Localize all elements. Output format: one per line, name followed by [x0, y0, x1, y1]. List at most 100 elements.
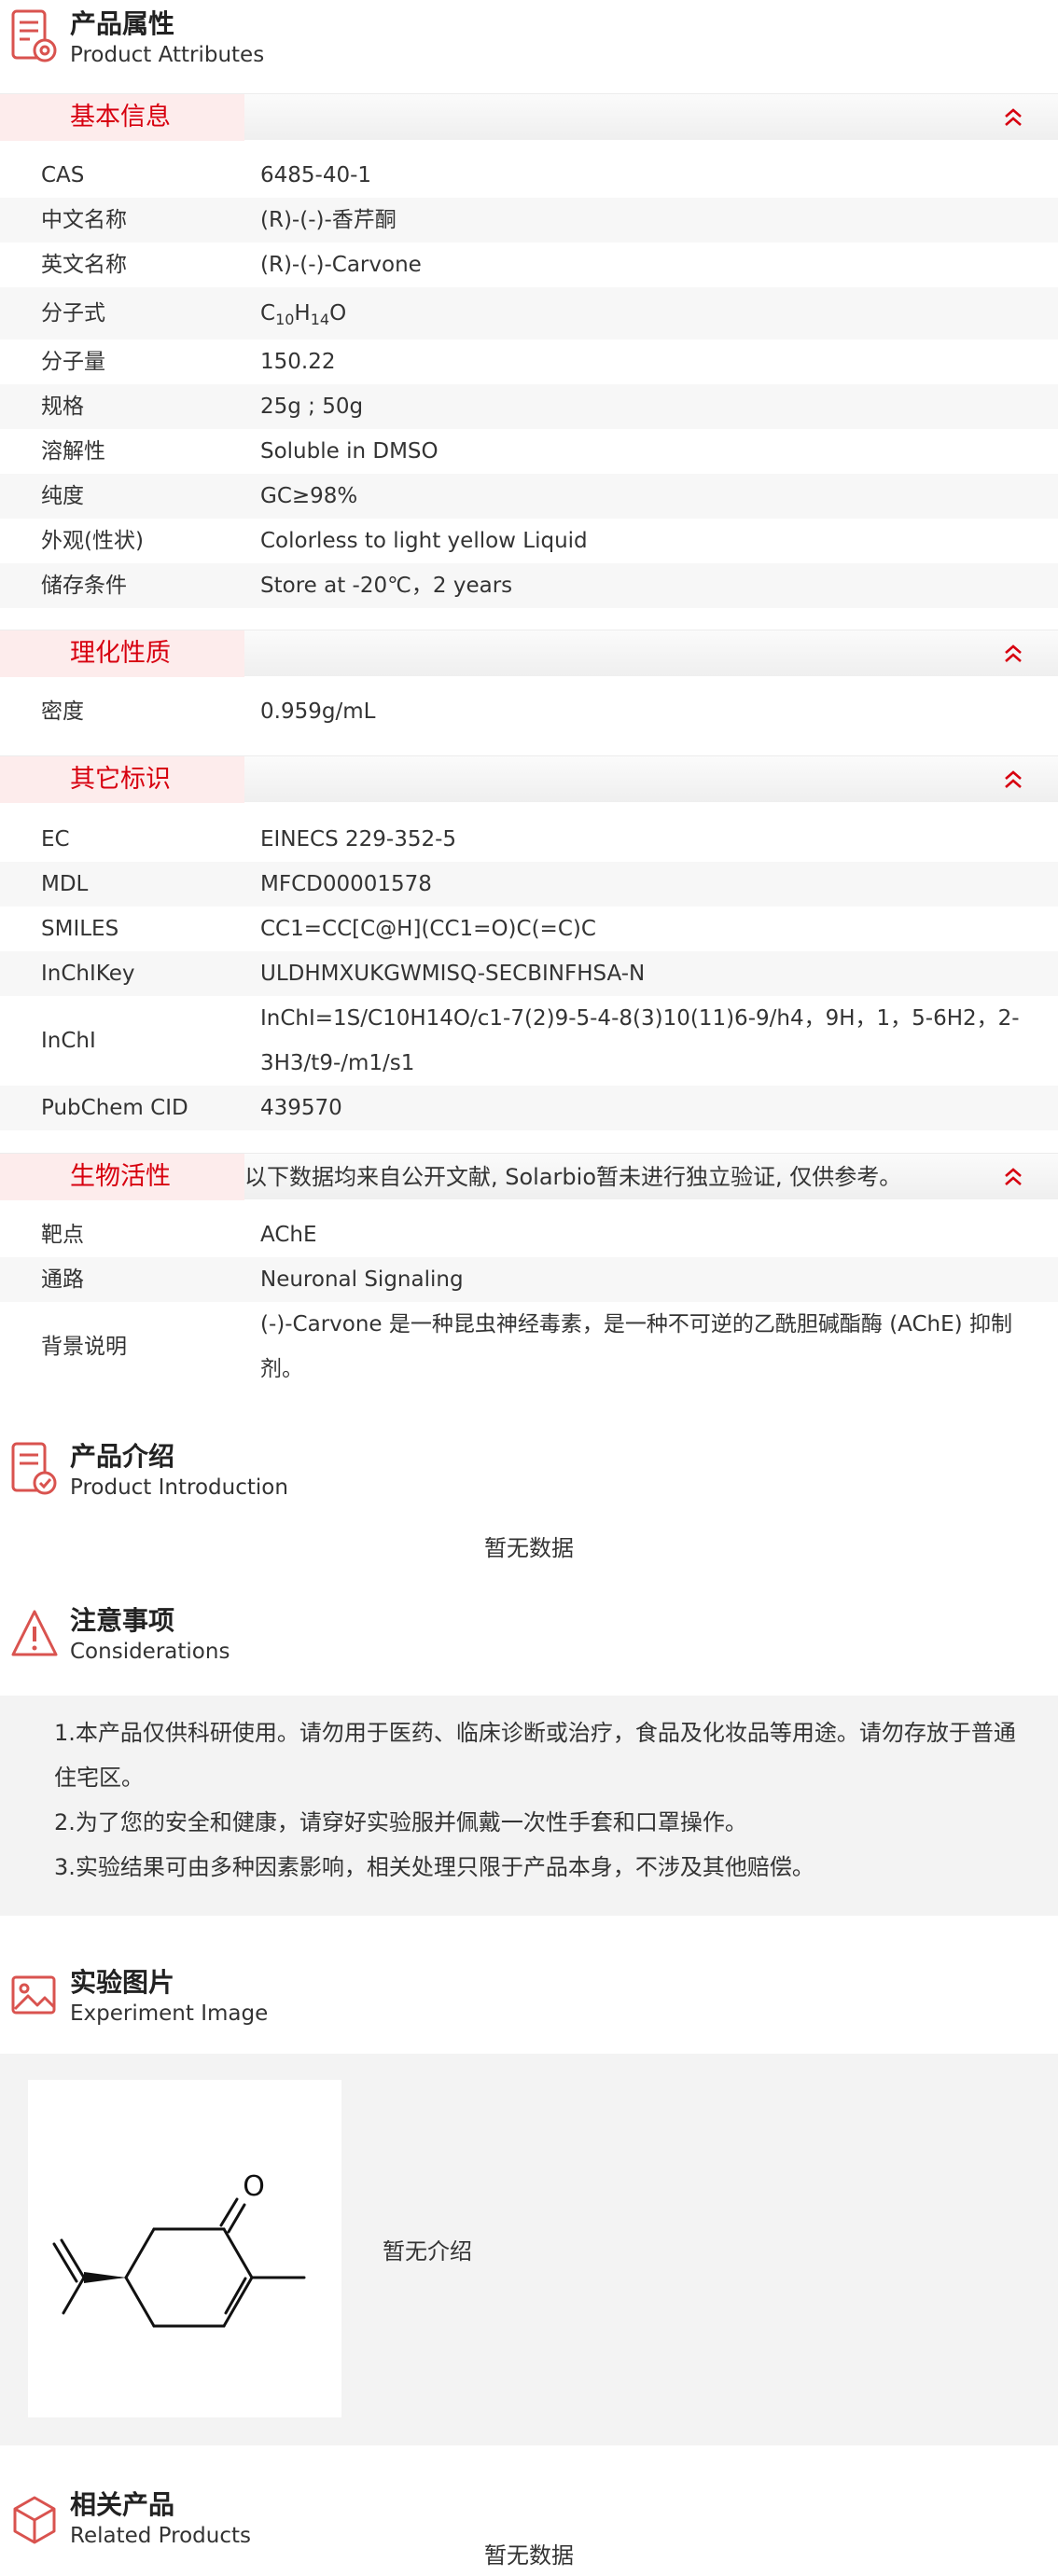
- double-chevron-up-icon[interactable]: [1002, 106, 1024, 129]
- table-row: 纯度 GC≥98%: [0, 474, 1058, 519]
- row-value: 6485-40-1: [260, 163, 372, 187]
- row-value: (-)-Carvone 是一种昆虫神经毒素，是一种不可逆的乙酰胆碱酯酶 (ACh…: [260, 1312, 1012, 1381]
- table-row: InChIKey ULDHMXUKGWMISQ-SECBINFHSA-N: [0, 951, 1058, 996]
- row-label: 中文名称: [41, 208, 127, 232]
- section-title: 实验图片: [70, 1967, 175, 1998]
- row-value: Soluble in DMSO: [260, 439, 439, 464]
- row-label: PubChem CID: [41, 1096, 188, 1120]
- row-value: Neuronal Signaling: [260, 1267, 464, 1292]
- section-subtitle: Experiment Image: [70, 2001, 269, 2026]
- row-label: MDL: [41, 872, 89, 896]
- document-gear-icon: [11, 9, 57, 62]
- table-row: 靶点 AChE: [0, 1212, 1058, 1257]
- row-value: Store at -20℃，2 years: [260, 574, 513, 598]
- document-check-icon: [11, 1442, 57, 1495]
- row-label: 外观(性状): [41, 529, 144, 553]
- double-chevron-up-icon[interactable]: [1002, 769, 1024, 791]
- table-row: SMILES CC1=CC[C@H](CC1=O)C(=C)C: [0, 907, 1058, 951]
- row-label: SMILES: [41, 917, 119, 941]
- row-value: GC≥98%: [260, 484, 358, 508]
- table-row: InChI InChI=1S/C10H14O/c1-7(2)9-5-4-8(3)…: [0, 996, 1058, 1086]
- structure-image[interactable]: O: [28, 2080, 341, 2417]
- product-introduction-header: 产品介绍 Product Introduction: [0, 1433, 1058, 1517]
- carvone-structure: O: [52, 2170, 306, 2328]
- section-subtitle: Product Introduction: [70, 1475, 288, 1500]
- row-label: 密度: [41, 699, 84, 724]
- row-label: 通路: [41, 1267, 84, 1292]
- empty-state: 暂无数据: [484, 2542, 574, 2569]
- warning-triangle-icon: [11, 1610, 58, 1656]
- molecular-formula: C10H14O: [260, 301, 347, 328]
- row-label: EC: [41, 827, 70, 852]
- other-ids-band[interactable]: 其它标识: [0, 755, 1058, 803]
- row-value: CC1=CC[C@H](CC1=O)C(=C)C: [260, 917, 596, 941]
- table-row: 规格 25g ; 50g: [0, 384, 1058, 429]
- table-row: 溶解性 Soluble in DMSO: [0, 429, 1058, 474]
- consideration-item: 2.为了您的安全和健康，请穿好实验服并佩戴一次性手套和口罩操作。: [54, 1809, 747, 1835]
- band-title: 其它标识: [70, 765, 171, 794]
- table-row: EC EINECS 229-352-5: [0, 817, 1058, 862]
- empty-state: 暂无数据: [484, 1535, 574, 1561]
- section-title: 产品属性: [70, 8, 175, 39]
- row-value: MFCD00001578: [260, 872, 432, 896]
- row-value: ULDHMXUKGWMISQ-SECBINFHSA-N: [260, 962, 646, 986]
- row-value: (R)-(-)-Carvone: [260, 253, 422, 277]
- consideration-item: 1.本产品仅供科研使用。请勿用于医药、临床诊断或治疗，食品及化妆品等用途。请勿存…: [54, 1720, 1016, 1791]
- physchem-band[interactable]: 理化性质: [0, 630, 1058, 677]
- row-value: 150.22: [260, 350, 336, 374]
- table-row: 通路 Neuronal Signaling: [0, 1257, 1058, 1302]
- basic-info-band[interactable]: 基本信息: [0, 93, 1058, 141]
- section-title: 注意事项: [70, 1605, 175, 1636]
- table-row: 分子量 150.22: [0, 339, 1058, 384]
- row-label: 储存条件: [41, 574, 127, 598]
- row-value: (R)-(-)-香芹酮: [260, 208, 397, 232]
- row-label: InChI: [41, 1029, 96, 1053]
- row-label: 分子量: [41, 350, 105, 374]
- product-attributes-header: 产品属性 Product Attributes: [0, 0, 1058, 84]
- table-row: PubChem CID 439570: [0, 1086, 1058, 1130]
- table-row: MDL MFCD00001578: [0, 862, 1058, 907]
- oxygen-atom-label: O: [243, 2170, 265, 2203]
- row-value: 439570: [260, 1096, 342, 1120]
- row-label: 背景说明: [41, 1335, 127, 1359]
- table-row: 中文名称 (R)-(-)-香芹酮: [0, 198, 1058, 242]
- considerations-panel: 1.本产品仅供科研使用。请勿用于医药、临床诊断或治疗，食品及化妆品等用途。请勿存…: [0, 1696, 1058, 1916]
- section-subtitle: Considerations: [70, 1640, 230, 1664]
- double-chevron-up-icon[interactable]: [1002, 643, 1024, 665]
- experiment-image-header: 实验图片 Experiment Image: [0, 1959, 1058, 2043]
- row-label: 规格: [41, 395, 84, 419]
- band-title: 基本信息: [70, 103, 171, 132]
- row-label: 英文名称: [41, 253, 127, 277]
- section-subtitle: Product Attributes: [70, 43, 265, 67]
- consideration-item: 3.实验结果可由多种因素影响，相关处理只限于产品本身，不涉及其他赔偿。: [54, 1854, 814, 1880]
- row-label: CAS: [41, 163, 85, 187]
- band-disclaimer: 以下数据均来自公开文献, Solarbio暂未进行独立验证, 仅供参考。: [244, 1164, 902, 1190]
- row-value: InChI=1S/C10H14O/c1-7(2)9-5-4-8(3)10(11)…: [260, 1006, 1020, 1075]
- image-caption: 暂无介绍: [383, 2238, 472, 2264]
- row-label: 靶点: [41, 1223, 84, 1247]
- row-label: 分子式: [41, 301, 105, 325]
- row-value: AChE: [260, 1223, 317, 1247]
- bio-activity-band[interactable]: 生物活性 以下数据均来自公开文献, Solarbio暂未进行独立验证, 仅供参考…: [0, 1153, 1058, 1200]
- table-row: CAS 6485-40-1: [0, 153, 1058, 198]
- section-title: 相关产品: [70, 2489, 175, 2520]
- row-label: 溶解性: [41, 439, 105, 464]
- image-icon: [11, 1975, 56, 2015]
- row-label: 纯度: [41, 484, 84, 508]
- row-value: Colorless to light yellow Liquid: [260, 529, 588, 553]
- row-label: InChIKey: [41, 962, 135, 986]
- band-title: 理化性质: [70, 639, 171, 668]
- band-title: 生物活性: [70, 1162, 171, 1191]
- double-chevron-up-icon[interactable]: [1002, 1166, 1024, 1188]
- table-row: 外观(性状) Colorless to light yellow Liquid: [0, 519, 1058, 563]
- table-row: 英文名称 (R)-(-)-Carvone: [0, 242, 1058, 287]
- row-value: 25g ; 50g: [260, 395, 364, 419]
- table-row: 储存条件 Store at -20℃，2 years: [0, 563, 1058, 608]
- table-row: 密度 0.959g/mL: [0, 689, 1058, 734]
- considerations-header: 注意事项 Considerations: [0, 1597, 1058, 1681]
- row-value: EINECS 229-352-5: [260, 827, 457, 852]
- row-value: 0.959g/mL: [260, 699, 376, 724]
- table-row: 背景说明 (-)-Carvone 是一种昆虫神经毒素，是一种不可逆的乙酰胆碱酯酶…: [0, 1302, 1058, 1392]
- table-row: 分子式 C10H14O: [0, 287, 1058, 339]
- section-title: 产品介绍: [70, 1441, 175, 1472]
